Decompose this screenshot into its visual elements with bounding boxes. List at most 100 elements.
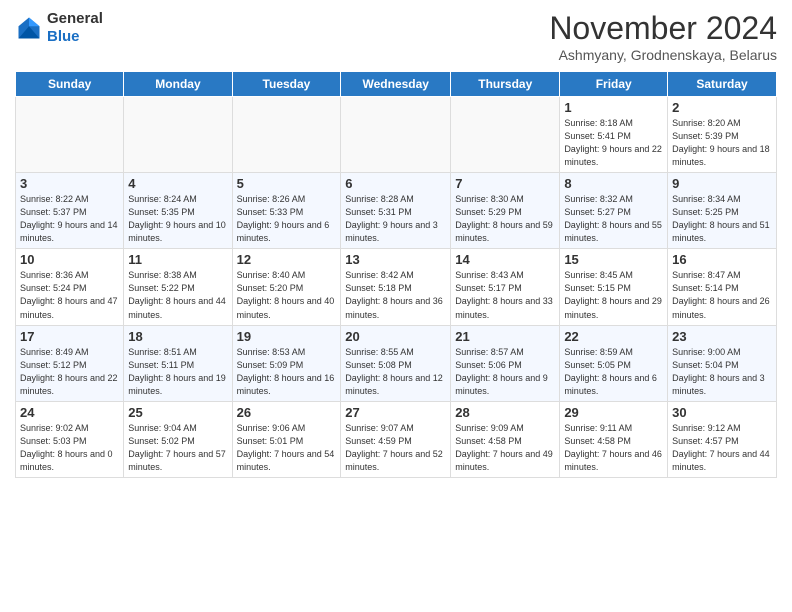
day-number: 20 (345, 329, 446, 344)
day-info: Sunrise: 9:06 AM Sunset: 5:01 PM Dayligh… (237, 422, 337, 474)
day-info: Sunrise: 9:07 AM Sunset: 4:59 PM Dayligh… (345, 422, 446, 474)
day-number: 12 (237, 252, 337, 267)
day-info: Sunrise: 9:12 AM Sunset: 4:57 PM Dayligh… (672, 422, 772, 474)
day-info: Sunrise: 8:34 AM Sunset: 5:25 PM Dayligh… (672, 193, 772, 245)
day-info: Sunrise: 9:02 AM Sunset: 5:03 PM Dayligh… (20, 422, 119, 474)
calendar-cell (16, 97, 124, 173)
calendar-cell: 3 Sunrise: 8:22 AM Sunset: 5:37 PM Daylig… (16, 173, 124, 249)
day-info: Sunrise: 8:42 AM Sunset: 5:18 PM Dayligh… (345, 269, 446, 321)
day-number: 16 (672, 252, 772, 267)
weekday-header-monday: Monday (124, 72, 232, 97)
calendar-cell: 18Sunrise: 8:51 AM Sunset: 5:11 PM Dayli… (124, 325, 232, 401)
logo-general: General (47, 10, 103, 27)
day-number: 30 (672, 405, 772, 420)
day-number: 9 (672, 176, 772, 191)
day-number: 24 (20, 405, 119, 420)
day-number: 29 (564, 405, 663, 420)
weekday-header-thursday: Thursday (451, 72, 560, 97)
calendar-cell: 15Sunrise: 8:45 AM Sunset: 5:15 PM Dayli… (560, 249, 668, 325)
logo-icon (15, 14, 43, 42)
day-number: 2 (672, 100, 772, 115)
calendar-cell: 6 Sunrise: 8:28 AM Sunset: 5:31 PM Daylig… (341, 173, 451, 249)
calendar-cell: 19 Sunrise: 8:53 AM Sunset: 5:09 PM Dayli… (232, 325, 341, 401)
calendar-cell (341, 97, 451, 173)
calendar-cell: 27 Sunrise: 9:07 AM Sunset: 4:59 PM Dayli… (341, 401, 451, 477)
day-info: Sunrise: 8:53 AM Sunset: 5:09 PM Dayligh… (237, 346, 337, 398)
calendar-cell: 22Sunrise: 8:59 AM Sunset: 5:05 PM Dayli… (560, 325, 668, 401)
day-number: 26 (237, 405, 337, 420)
day-info: Sunrise: 8:22 AM Sunset: 5:37 PM Dayligh… (20, 193, 119, 245)
day-info: Sunrise: 8:26 AM Sunset: 5:33 PM Dayligh… (237, 193, 337, 245)
calendar-cell: 21 Sunrise: 8:57 AM Sunset: 5:06 PM Dayli… (451, 325, 560, 401)
title-block: November 2024 Ashmyany, Grodnenskaya, Be… (549, 10, 777, 63)
day-info: Sunrise: 8:59 AM Sunset: 5:05 PM Dayligh… (564, 346, 663, 398)
weekday-header-sunday: Sunday (16, 72, 124, 97)
calendar-cell (451, 97, 560, 173)
day-info: Sunrise: 8:43 AM Sunset: 5:17 PM Dayligh… (455, 269, 555, 321)
day-number: 11 (128, 252, 227, 267)
calendar-cell: 29 Sunrise: 9:11 AM Sunset: 4:58 PM Dayli… (560, 401, 668, 477)
calendar-cell: 23Sunrise: 9:00 AM Sunset: 5:04 PM Dayli… (668, 325, 777, 401)
day-number: 15 (564, 252, 663, 267)
day-number: 14 (455, 252, 555, 267)
weekday-header-wednesday: Wednesday (341, 72, 451, 97)
day-info: Sunrise: 8:40 AM Sunset: 5:20 PM Dayligh… (237, 269, 337, 321)
calendar-table: SundayMondayTuesdayWednesdayThursdayFrid… (15, 71, 777, 478)
calendar-cell: 5Sunrise: 8:26 AM Sunset: 5:33 PM Daylig… (232, 173, 341, 249)
day-info: Sunrise: 8:38 AM Sunset: 5:22 PM Dayligh… (128, 269, 227, 321)
calendar-cell: 9 Sunrise: 8:34 AM Sunset: 5:25 PM Daylig… (668, 173, 777, 249)
calendar-cell: 16 Sunrise: 8:47 AM Sunset: 5:14 PM Dayli… (668, 249, 777, 325)
day-number: 8 (564, 176, 663, 191)
day-info: Sunrise: 8:32 AM Sunset: 5:27 PM Dayligh… (564, 193, 663, 245)
day-number: 1 (564, 100, 663, 115)
day-info: Sunrise: 9:09 AM Sunset: 4:58 PM Dayligh… (455, 422, 555, 474)
calendar-cell: 8 Sunrise: 8:32 AM Sunset: 5:27 PM Daylig… (560, 173, 668, 249)
calendar-cell: 11 Sunrise: 8:38 AM Sunset: 5:22 PM Dayli… (124, 249, 232, 325)
calendar-cell: 12 Sunrise: 8:40 AM Sunset: 5:20 PM Dayli… (232, 249, 341, 325)
month-title: November 2024 (549, 10, 777, 47)
day-info: Sunrise: 9:04 AM Sunset: 5:02 PM Dayligh… (128, 422, 227, 474)
day-number: 3 (20, 176, 119, 191)
calendar-cell: 25Sunrise: 9:04 AM Sunset: 5:02 PM Dayli… (124, 401, 232, 477)
logo-text: General Blue (47, 10, 103, 46)
weekday-header-tuesday: Tuesday (232, 72, 341, 97)
calendar-cell (124, 97, 232, 173)
calendar-cell: 2 Sunrise: 8:20 AM Sunset: 5:39 PM Daylig… (668, 97, 777, 173)
calendar-cell: 4 Sunrise: 8:24 AM Sunset: 5:35 PM Daylig… (124, 173, 232, 249)
day-info: Sunrise: 8:24 AM Sunset: 5:35 PM Dayligh… (128, 193, 227, 245)
day-number: 27 (345, 405, 446, 420)
calendar-cell: 30 Sunrise: 9:12 AM Sunset: 4:57 PM Dayli… (668, 401, 777, 477)
calendar-cell: 17 Sunrise: 8:49 AM Sunset: 5:12 PM Dayli… (16, 325, 124, 401)
day-info: Sunrise: 8:20 AM Sunset: 5:39 PM Dayligh… (672, 117, 772, 169)
day-number: 19 (237, 329, 337, 344)
day-number: 21 (455, 329, 555, 344)
calendar-cell: 14 Sunrise: 8:43 AM Sunset: 5:17 PM Dayli… (451, 249, 560, 325)
calendar-cell: 24 Sunrise: 9:02 AM Sunset: 5:03 PM Dayli… (16, 401, 124, 477)
location: Ashmyany, Grodnenskaya, Belarus (549, 47, 777, 63)
calendar-cell: 13Sunrise: 8:42 AM Sunset: 5:18 PM Dayli… (341, 249, 451, 325)
day-info: Sunrise: 8:18 AM Sunset: 5:41 PM Dayligh… (564, 117, 663, 169)
day-number: 23 (672, 329, 772, 344)
logo: General Blue (15, 10, 103, 46)
day-info: Sunrise: 8:55 AM Sunset: 5:08 PM Dayligh… (345, 346, 446, 398)
day-info: Sunrise: 8:30 AM Sunset: 5:29 PM Dayligh… (455, 193, 555, 245)
calendar-cell: 20 Sunrise: 8:55 AM Sunset: 5:08 PM Dayli… (341, 325, 451, 401)
day-number: 7 (455, 176, 555, 191)
weekday-header-friday: Friday (560, 72, 668, 97)
day-info: Sunrise: 8:47 AM Sunset: 5:14 PM Dayligh… (672, 269, 772, 321)
calendar-cell: 7 Sunrise: 8:30 AM Sunset: 5:29 PM Daylig… (451, 173, 560, 249)
day-number: 10 (20, 252, 119, 267)
day-number: 17 (20, 329, 119, 344)
day-number: 28 (455, 405, 555, 420)
day-info: Sunrise: 8:49 AM Sunset: 5:12 PM Dayligh… (20, 346, 119, 398)
calendar-cell: 26 Sunrise: 9:06 AM Sunset: 5:01 PM Dayli… (232, 401, 341, 477)
calendar-cell: 1 Sunrise: 8:18 AM Sunset: 5:41 PM Daylig… (560, 97, 668, 173)
day-info: Sunrise: 8:28 AM Sunset: 5:31 PM Dayligh… (345, 193, 446, 245)
day-info: Sunrise: 8:57 AM Sunset: 5:06 PM Dayligh… (455, 346, 555, 398)
calendar-cell (232, 97, 341, 173)
day-number: 6 (345, 176, 446, 191)
day-info: Sunrise: 9:11 AM Sunset: 4:58 PM Dayligh… (564, 422, 663, 474)
page-header: General Blue November 2024 Ashmyany, Gro… (15, 10, 777, 63)
day-number: 4 (128, 176, 227, 191)
day-info: Sunrise: 8:36 AM Sunset: 5:24 PM Dayligh… (20, 269, 119, 321)
